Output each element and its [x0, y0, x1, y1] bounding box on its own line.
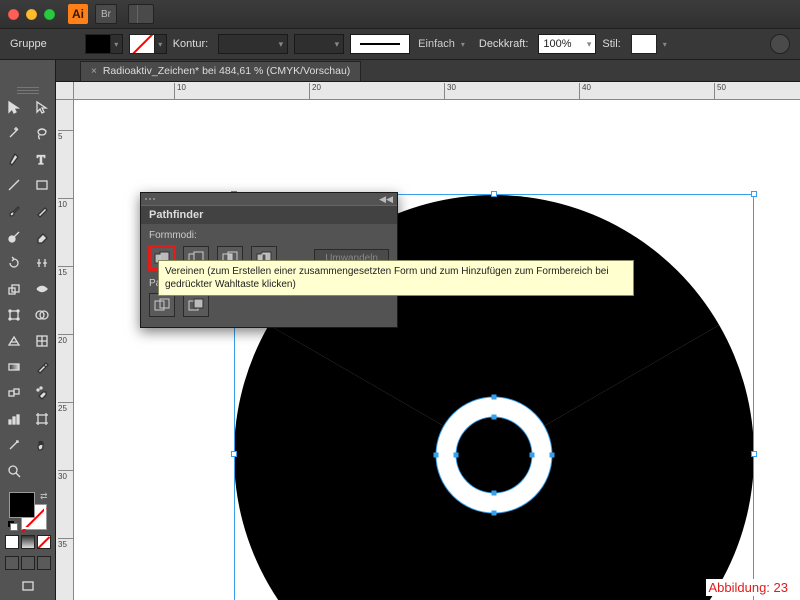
rectangle-tool[interactable]: [28, 172, 56, 198]
close-window-button[interactable]: [8, 9, 19, 20]
shape-builder-tool[interactable]: [28, 302, 56, 328]
lasso-tool[interactable]: [28, 120, 56, 146]
panel-collapse-icon[interactable]: ◀◀: [379, 194, 393, 205]
trim-button[interactable]: [183, 293, 209, 317]
svg-text:T: T: [37, 152, 45, 166]
ruler-vertical[interactable]: 5 10 15 20 25 30 35: [56, 100, 74, 600]
workspace-panel-button[interactable]: [128, 4, 154, 24]
brush-dropdown[interactable]: ▾: [461, 40, 473, 49]
reflect-tool[interactable]: [28, 250, 56, 276]
line-tool[interactable]: [0, 172, 28, 198]
symbol-sprayer-tool[interactable]: [28, 380, 56, 406]
app-logo: Ai: [68, 4, 88, 24]
gradient-tool[interactable]: [0, 354, 28, 380]
recolor-button[interactable]: [770, 34, 790, 54]
scale-tool[interactable]: [0, 276, 28, 302]
stroke-weight-dropdown[interactable]: [218, 34, 288, 54]
perspective-grid-tool[interactable]: [0, 328, 28, 354]
blend-tool[interactable]: [0, 380, 28, 406]
artboard-tool[interactable]: [28, 406, 56, 432]
selection-handle[interactable]: [751, 191, 757, 197]
bridge-button[interactable]: Br: [95, 4, 117, 24]
selection-type-label: Gruppe: [10, 38, 47, 50]
document-tab[interactable]: × Radioaktiv_Zeichen* bei 484,61 % (CMYK…: [80, 61, 361, 81]
stroke-swatch[interactable]: [129, 34, 155, 54]
rotate-tool[interactable]: [0, 250, 28, 276]
style-label: Stil:: [602, 38, 620, 50]
fill-dropdown[interactable]: ▾: [111, 34, 123, 54]
column-graph-tool[interactable]: [0, 406, 28, 432]
fill-swatch[interactable]: [85, 34, 111, 54]
mesh-tool[interactable]: [28, 328, 56, 354]
stroke-profile-dropdown[interactable]: [294, 34, 344, 54]
tooltip: Vereinen (zum Erstellen einer zusammenge…: [158, 260, 634, 296]
swap-fill-stroke-icon[interactable]: ⇄: [40, 491, 48, 502]
fill-stroke-indicator[interactable]: ⇄: [9, 492, 47, 530]
titlebar: Ai Br: [0, 0, 800, 28]
free-transform-tool[interactable]: [0, 302, 28, 328]
control-bar: Gruppe ▾ ▾ Kontur: Einfach ▾ Deckkraft: …: [0, 28, 800, 60]
draw-inside-button[interactable]: [37, 556, 51, 570]
style-swatch[interactable]: [631, 34, 657, 54]
stroke-dropdown[interactable]: ▾: [155, 34, 167, 54]
maximize-window-button[interactable]: [44, 9, 55, 20]
hand-tool[interactable]: [28, 432, 56, 458]
color-mode-button[interactable]: [5, 535, 19, 549]
artboard[interactable]: Abbildung: 23: [74, 100, 800, 600]
draw-normal-button[interactable]: [5, 556, 19, 570]
minimize-window-button[interactable]: [26, 9, 37, 20]
document-tabs: × Radioaktiv_Zeichen* bei 484,61 % (CMYK…: [0, 60, 800, 82]
style-dropdown[interactable]: ▾: [663, 40, 675, 49]
blob-brush-tool[interactable]: [0, 224, 28, 250]
tools-drag-handle[interactable]: [0, 86, 55, 94]
selection-handle[interactable]: [751, 451, 757, 457]
gradient-mode-button[interactable]: [21, 535, 35, 549]
main-area: T: [0, 82, 800, 600]
document-tab-title: Radioaktiv_Zeichen* bei 484,61 % (CMYK/V…: [103, 65, 350, 77]
none-mode-button[interactable]: [37, 535, 51, 549]
stroke-label: Kontur:: [173, 38, 208, 50]
type-tool[interactable]: T: [28, 146, 56, 172]
window-controls: [8, 9, 55, 20]
pathfinder-tab[interactable]: Pathfinder: [141, 205, 397, 224]
close-tab-icon[interactable]: ×: [91, 66, 97, 77]
selection-handle[interactable]: [231, 451, 237, 457]
panel-drag-handle[interactable]: [145, 198, 155, 200]
shape-modes-label: Formmodi:: [149, 230, 389, 241]
direct-selection-tool[interactable]: [28, 94, 56, 120]
selection-tool[interactable]: [0, 94, 28, 120]
brush-label: Einfach: [418, 38, 455, 50]
default-fill-stroke-icon[interactable]: [8, 521, 18, 531]
ruler-origin[interactable]: [56, 82, 74, 100]
pen-tool[interactable]: [0, 146, 28, 172]
draw-behind-button[interactable]: [21, 556, 35, 570]
selection-handle[interactable]: [491, 191, 497, 197]
canvas[interactable]: 10 20 30 40 50 5 10 15 20 25 30 35: [56, 82, 800, 600]
opacity-label: Deckkraft:: [479, 38, 529, 50]
zoom-tool[interactable]: [0, 458, 28, 484]
screen-mode-button[interactable]: [21, 579, 35, 593]
figure-caption: Abbildung: 23: [706, 579, 790, 596]
opacity-input[interactable]: 100%: [538, 34, 596, 54]
magic-wand-tool[interactable]: [0, 120, 28, 146]
ruler-horizontal[interactable]: 10 20 30 40 50: [74, 82, 800, 100]
pencil-tool[interactable]: [28, 198, 56, 224]
brush-preview[interactable]: [350, 34, 410, 54]
divide-button[interactable]: [149, 293, 175, 317]
paintbrush-tool[interactable]: [0, 198, 28, 224]
slice-tool[interactable]: [0, 432, 28, 458]
eyedropper-tool[interactable]: [28, 354, 56, 380]
eraser-tool[interactable]: [28, 224, 56, 250]
tools-panel: T: [0, 60, 56, 600]
width-tool[interactable]: [28, 276, 56, 302]
